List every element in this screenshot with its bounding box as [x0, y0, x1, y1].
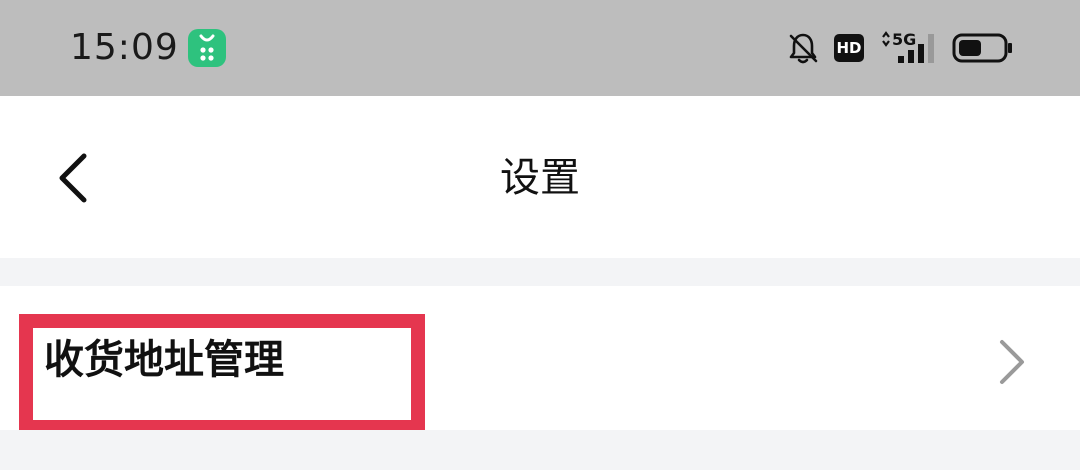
- app-glyph-icon: [199, 34, 215, 61]
- address-management-row[interactable]: 收货地址管理: [0, 286, 1080, 434]
- header: 设置: [0, 96, 1080, 258]
- status-bar: 15:09 HD 5G: [0, 0, 1080, 96]
- bell-off-icon: [789, 33, 818, 64]
- app-icon: [188, 29, 226, 67]
- network-label: 5G: [892, 30, 916, 49]
- address-management-label: 收货地址管理: [44, 337, 284, 383]
- bottom-divider: [0, 430, 1080, 470]
- hd-icon: HD: [834, 34, 864, 62]
- section-divider: [0, 258, 1080, 286]
- page-title: 设置: [500, 155, 580, 201]
- status-time: 15:09: [70, 27, 179, 68]
- battery-icon: [952, 33, 1012, 63]
- chevron-right-icon: [1000, 340, 1024, 384]
- 5g-signal-icon: 5G: [882, 30, 934, 63]
